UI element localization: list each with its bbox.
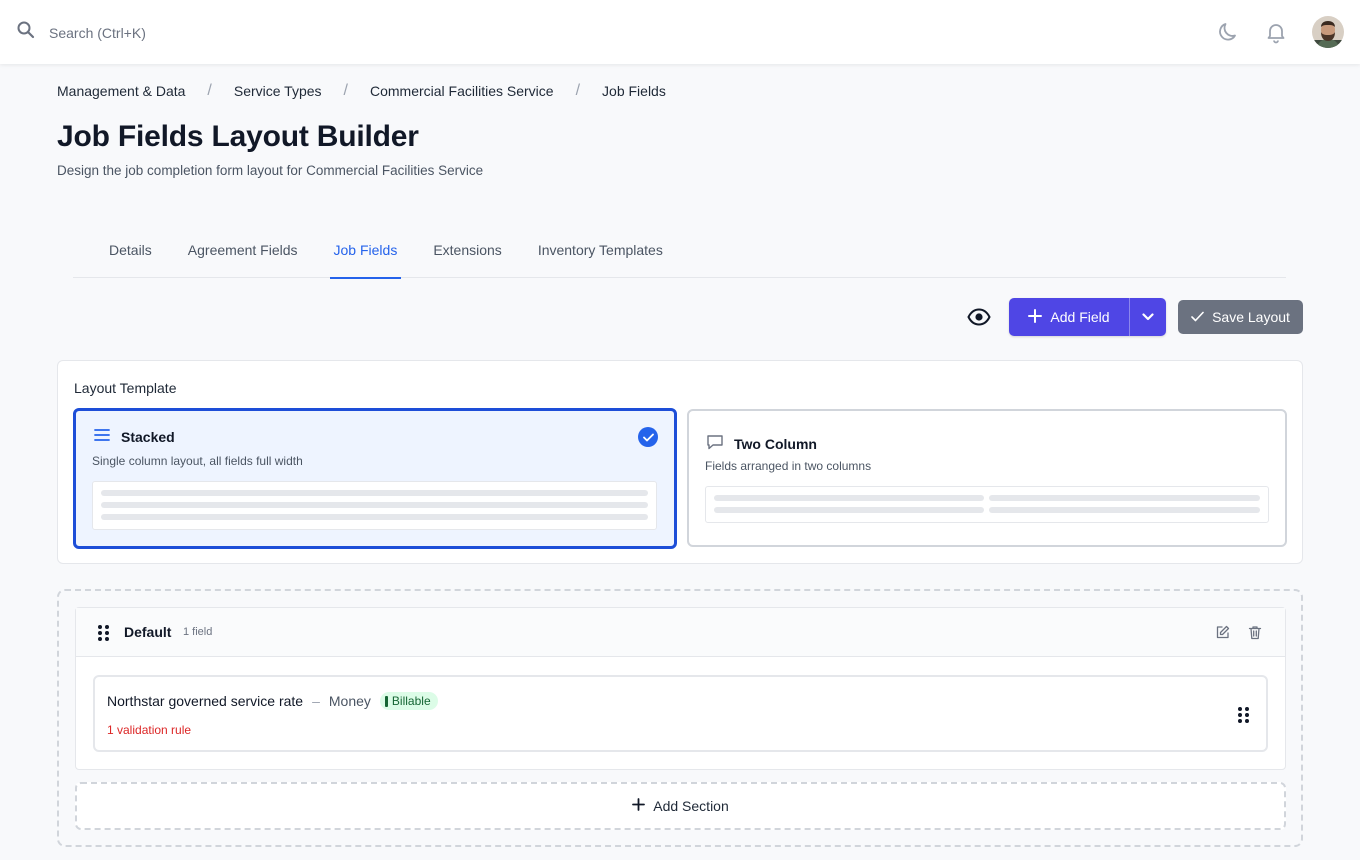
selected-check-icon [638,427,658,447]
save-layout-button[interactable]: Save Layout [1178,300,1303,334]
plus-icon [1028,308,1043,326]
breadcrumb: Management & Data / Service Types / Comm… [57,82,666,100]
add-field-button[interactable]: Add Field [1009,298,1129,336]
search-bar[interactable] [16,20,289,45]
tab-job-fields[interactable]: Job Fields [329,236,402,279]
field-drag-handle-icon[interactable] [1238,707,1249,723]
breadcrumb-item-commercial-facilities[interactable]: Commercial Facilities Service [370,83,554,99]
breadcrumb-separator: / [343,82,348,99]
field-row[interactable]: Northstar governed service rate – Money … [93,675,1268,752]
tab-agreement-fields[interactable]: Agreement Fields [188,236,298,278]
template-description: Single column layout, all fields full wi… [92,454,303,468]
chevron-down-icon [1142,308,1154,326]
field-type: Money [328,693,371,709]
check-icon [1191,309,1204,325]
list-icon [93,428,111,445]
tab-bar: Details Agreement Fields Job Fields Exte… [73,236,1286,279]
section-title: Default [124,624,172,640]
avatar[interactable] [1312,16,1344,48]
field-summary: Northstar governed service rate – Money … [107,692,438,710]
breadcrumb-item-job-fields: Job Fields [602,83,666,99]
tab-extensions[interactable]: Extensions [433,236,501,278]
template-name: Stacked [121,428,175,445]
template-option-two-column[interactable]: Two Column Fields arranged in two column… [687,409,1287,547]
preview-eye-icon[interactable] [966,305,992,329]
edit-icon[interactable] [1213,623,1231,641]
section-field-count: 1 field [183,626,213,638]
two-column-preview [705,486,1269,523]
billable-badge-label: Billable [391,694,431,708]
breadcrumb-item-management[interactable]: Management & Data [57,83,185,99]
search-input[interactable] [49,24,289,41]
tab-inventory-templates[interactable]: Inventory Templates [538,236,663,278]
field-separator: – [312,693,320,709]
moon-icon[interactable] [1214,18,1242,46]
drag-handle-icon[interactable] [98,625,109,641]
add-field-label: Add Field [1050,309,1110,325]
billable-icon [384,695,388,707]
billable-badge: Billable [379,692,438,710]
top-bar [0,0,1360,64]
layout-template-label: Layout Template [74,380,177,396]
field-name: Northstar governed service rate [107,693,304,709]
validation-rule-count: 1 validation rule [107,723,192,737]
tab-details[interactable]: Details [109,236,152,278]
template-title: Two Column [706,434,817,453]
plus-icon [632,798,646,814]
layout-template-card: Layout Template Stacked Single column la… [57,360,1303,564]
template-option-stacked[interactable]: Stacked Single column layout, all fields… [73,408,677,549]
page-title: Job Fields Layout Builder [57,120,419,153]
page-subtitle: Design the job completion form layout fo… [57,163,484,178]
bell-icon[interactable] [1262,18,1290,46]
stacked-preview [92,481,657,530]
breadcrumb-item-service-types[interactable]: Service Types [234,83,322,99]
section-header: Default 1 field [76,608,1285,657]
add-field-button-group: Add Field [1009,298,1166,336]
breadcrumb-separator: / [207,82,212,99]
section-default: Default 1 field Northstar governed servi… [75,607,1286,770]
add-section-label: Add Section [653,798,729,814]
template-description: Fields arranged in two columns [705,459,872,473]
trash-icon[interactable] [1246,623,1264,641]
sections-dropzone: Default 1 field Northstar governed servi… [57,589,1303,847]
add-section-button[interactable]: Add Section [75,782,1286,830]
template-name: Two Column [734,435,817,452]
save-layout-label: Save Layout [1212,309,1290,325]
breadcrumb-separator: / [575,82,581,99]
add-field-dropdown-button[interactable] [1129,298,1166,336]
template-title: Stacked [93,428,175,445]
search-icon [16,20,36,45]
columns-icon [706,434,724,453]
